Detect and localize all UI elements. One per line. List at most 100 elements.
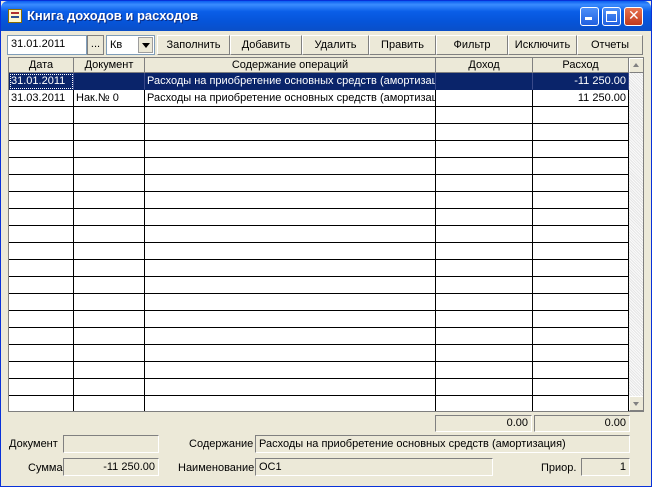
- empty-cell[interactable]: [436, 141, 533, 158]
- content-field[interactable]: Расходы на приобретение основных средств…: [255, 435, 630, 453]
- empty-cell[interactable]: [145, 243, 436, 260]
- close-button[interactable]: ✕: [624, 7, 643, 26]
- empty-cell[interactable]: [533, 379, 629, 396]
- empty-cell[interactable]: [145, 362, 436, 379]
- col-expense-header[interactable]: Расход: [533, 58, 629, 73]
- empty-cell[interactable]: [74, 345, 145, 362]
- empty-cell[interactable]: [9, 294, 74, 311]
- empty-cell[interactable]: [74, 362, 145, 379]
- empty-cell[interactable]: [145, 260, 436, 277]
- title-bar[interactable]: Книга доходов и расходов ✕: [1, 1, 651, 31]
- empty-cell[interactable]: [74, 294, 145, 311]
- empty-cell[interactable]: [436, 209, 533, 226]
- minimize-button[interactable]: [580, 7, 599, 26]
- empty-cell[interactable]: [74, 396, 145, 411]
- chevron-down-icon[interactable]: [138, 37, 153, 53]
- empty-cell[interactable]: [74, 328, 145, 345]
- empty-cell[interactable]: [74, 141, 145, 158]
- empty-cell[interactable]: [533, 175, 629, 192]
- empty-cell[interactable]: [9, 362, 74, 379]
- vertical-scrollbar[interactable]: [629, 58, 643, 411]
- scroll-down-icon[interactable]: [629, 396, 643, 411]
- empty-cell[interactable]: [533, 311, 629, 328]
- empty-cell[interactable]: [436, 362, 533, 379]
- empty-cell[interactable]: [9, 396, 74, 411]
- empty-cell[interactable]: [145, 396, 436, 411]
- empty-cell[interactable]: [145, 277, 436, 294]
- col-document-header[interactable]: Документ: [74, 58, 145, 73]
- name-field[interactable]: ОС1: [255, 458, 493, 476]
- reports-button[interactable]: Отчеты: [577, 35, 643, 55]
- empty-cell[interactable]: [533, 209, 629, 226]
- cell-date[interactable]: 31.01.2011: [9, 73, 74, 90]
- empty-cell[interactable]: [533, 260, 629, 277]
- maximize-button[interactable]: [602, 7, 621, 26]
- priority-field[interactable]: 1: [581, 458, 630, 476]
- empty-cell[interactable]: [9, 345, 74, 362]
- empty-cell[interactable]: [436, 396, 533, 411]
- empty-cell[interactable]: [436, 311, 533, 328]
- empty-cell[interactable]: [9, 192, 74, 209]
- operations-table[interactable]: Дата Документ Содержание операций Доход …: [8, 57, 644, 412]
- empty-cell[interactable]: [145, 141, 436, 158]
- empty-cell[interactable]: [74, 158, 145, 175]
- empty-cell[interactable]: [74, 379, 145, 396]
- cell-document[interactable]: Нак.№ 0: [74, 90, 145, 107]
- empty-cell[interactable]: [145, 192, 436, 209]
- empty-cell[interactable]: [436, 260, 533, 277]
- exclude-button[interactable]: Исключить: [508, 35, 577, 55]
- empty-cell[interactable]: [436, 226, 533, 243]
- empty-cell[interactable]: [9, 260, 74, 277]
- add-button[interactable]: Добавить: [230, 35, 302, 55]
- empty-cell[interactable]: [74, 107, 145, 124]
- empty-cell[interactable]: [9, 124, 74, 141]
- empty-cell[interactable]: [145, 311, 436, 328]
- empty-cell[interactable]: [436, 345, 533, 362]
- empty-cell[interactable]: [74, 260, 145, 277]
- empty-cell[interactable]: [436, 379, 533, 396]
- empty-cell[interactable]: [533, 226, 629, 243]
- empty-cell[interactable]: [436, 107, 533, 124]
- empty-cell[interactable]: [436, 243, 533, 260]
- empty-cell[interactable]: [145, 175, 436, 192]
- empty-cell[interactable]: [145, 107, 436, 124]
- empty-cell[interactable]: [74, 175, 145, 192]
- cell-expense[interactable]: 11 250.00: [533, 90, 629, 107]
- empty-cell[interactable]: [9, 107, 74, 124]
- cell-expense[interactable]: -11 250.00: [533, 73, 629, 90]
- date-picker-button[interactable]: ...: [87, 35, 104, 55]
- empty-cell[interactable]: [74, 209, 145, 226]
- empty-cell[interactable]: [533, 396, 629, 411]
- cell-content[interactable]: Расходы на приобретение основных средств…: [145, 73, 436, 90]
- cell-date[interactable]: 31.03.2011: [9, 90, 74, 107]
- empty-cell[interactable]: [533, 158, 629, 175]
- empty-cell[interactable]: [436, 175, 533, 192]
- col-date-header[interactable]: Дата: [9, 58, 74, 73]
- empty-cell[interactable]: [436, 192, 533, 209]
- empty-cell[interactable]: [74, 243, 145, 260]
- empty-cell[interactable]: [74, 226, 145, 243]
- empty-cell[interactable]: [74, 277, 145, 294]
- empty-cell[interactable]: [145, 345, 436, 362]
- filter-button[interactable]: Фильтр: [436, 35, 508, 55]
- empty-cell[interactable]: [533, 294, 629, 311]
- scroll-up-icon[interactable]: [629, 58, 643, 73]
- empty-cell[interactable]: [74, 192, 145, 209]
- empty-cell[interactable]: [74, 124, 145, 141]
- empty-cell[interactable]: [533, 362, 629, 379]
- empty-cell[interactable]: [9, 328, 74, 345]
- col-content-header[interactable]: Содержание операций: [145, 58, 436, 73]
- empty-cell[interactable]: [436, 294, 533, 311]
- empty-cell[interactable]: [145, 328, 436, 345]
- empty-cell[interactable]: [436, 277, 533, 294]
- empty-cell[interactable]: [533, 277, 629, 294]
- cell-content[interactable]: Расходы на приобретение основных средств…: [145, 90, 436, 107]
- empty-cell[interactable]: [9, 277, 74, 294]
- empty-cell[interactable]: [9, 209, 74, 226]
- empty-cell[interactable]: [9, 243, 74, 260]
- empty-cell[interactable]: [533, 328, 629, 345]
- empty-cell[interactable]: [9, 141, 74, 158]
- empty-cell[interactable]: [9, 175, 74, 192]
- empty-cell[interactable]: [9, 226, 74, 243]
- document-field[interactable]: [63, 435, 159, 453]
